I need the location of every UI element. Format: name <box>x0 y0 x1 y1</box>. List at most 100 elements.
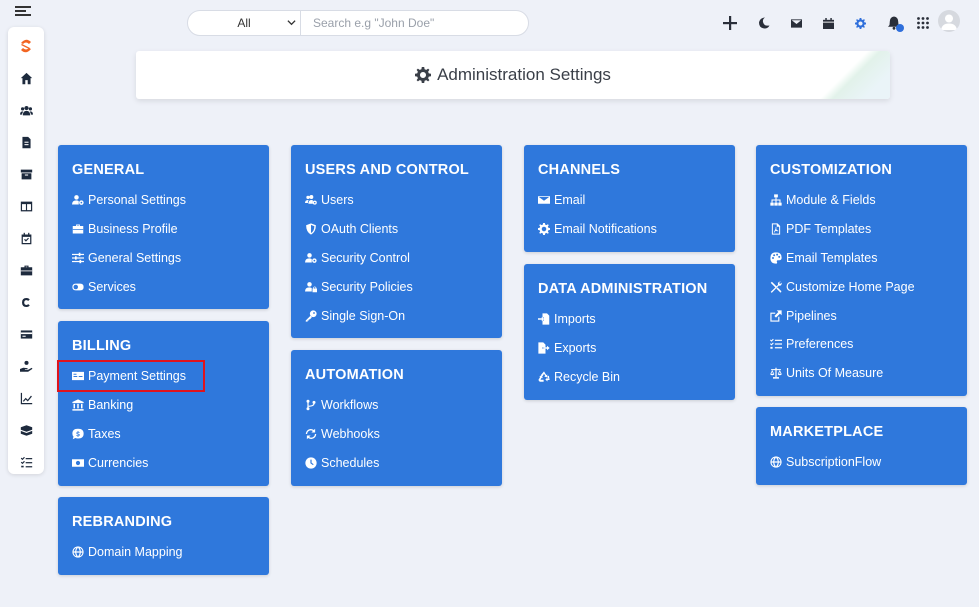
link-label: Security Policies <box>321 279 413 294</box>
page-header: Administration Settings <box>136 51 890 99</box>
sliders-icon <box>72 252 84 264</box>
link-webhooks[interactable]: Webhooks <box>305 420 488 449</box>
link-general-settings[interactable]: General Settings <box>72 244 255 273</box>
link-label: Recycle Bin <box>554 369 620 384</box>
link-taxes[interactable]: Taxes <box>72 420 255 449</box>
link-banking[interactable]: Banking <box>72 391 255 420</box>
globe-icon <box>72 546 84 559</box>
link-label: Single Sign-On <box>321 308 406 323</box>
users-icon[interactable] <box>8 99 44 121</box>
archive-icon[interactable] <box>8 163 44 185</box>
calendar-icon[interactable] <box>818 13 838 33</box>
link-domain-mapping[interactable]: Domain Mapping <box>72 538 255 567</box>
cog-icon <box>538 223 550 236</box>
link-label: General Settings <box>88 250 182 265</box>
link-label: Security Control <box>321 250 410 265</box>
toggle-icon <box>72 283 84 291</box>
link-recycle-bin[interactable]: Recycle Bin <box>538 363 721 392</box>
chart-icon[interactable] <box>8 387 44 409</box>
search-bar: All <box>187 10 529 36</box>
link-security-control[interactable]: Security Control <box>305 244 488 273</box>
balance-scale-icon <box>770 367 782 379</box>
card-title: MARKETPLACE <box>770 424 884 440</box>
c-icon[interactable] <box>8 291 44 313</box>
link-label: Email Templates <box>786 250 878 265</box>
link-module-fields[interactable]: Module & Fields <box>770 186 953 215</box>
link-users[interactable]: Users <box>305 186 488 215</box>
link-payment-settings[interactable]: Payment Settings <box>72 362 255 391</box>
link-services[interactable]: Services <box>72 272 255 301</box>
external-link-icon <box>770 309 782 322</box>
link-label: Domain Mapping <box>88 545 183 560</box>
card-title: DATA ADMINISTRATION <box>538 281 708 297</box>
card-marketplace: MARKETPLACE SubscriptionFlow <box>756 407 967 485</box>
bell-icon[interactable] <box>884 13 904 33</box>
link-email-notifications[interactable]: Email Notifications <box>538 215 721 244</box>
cog-icon <box>415 67 432 83</box>
card-billing: BILLING Payment Settings Banking Taxes C… <box>58 321 269 486</box>
card-title: REBRANDING <box>72 514 173 530</box>
link-label: Exports <box>554 341 597 356</box>
link-email-templates[interactable]: Email Templates <box>770 244 953 273</box>
link-pdf-templates[interactable]: PDF Templates <box>770 215 953 244</box>
user-lock-icon <box>305 281 317 293</box>
link-customize-home-page[interactable]: Customize Home Page <box>770 272 953 301</box>
link-label: Customize Home Page <box>786 279 915 294</box>
link-email[interactable]: Email <box>538 186 721 215</box>
user-cog-icon <box>72 195 84 206</box>
menu-toggle-button[interactable] <box>15 4 31 18</box>
search-input[interactable] <box>301 16 528 30</box>
home-icon[interactable] <box>8 67 44 89</box>
link-preferences[interactable]: Preferences <box>770 330 953 359</box>
briefcase-icon[interactable] <box>8 259 44 281</box>
header-decoration <box>810 51 890 99</box>
link-single-sign-on[interactable]: Single Sign-On <box>305 301 488 330</box>
link-label: Workflows <box>321 398 379 413</box>
link-oauth-clients[interactable]: OAuth Clients <box>305 215 488 244</box>
avatar[interactable] <box>938 10 960 32</box>
link-pipelines[interactable]: Pipelines <box>770 301 953 330</box>
mail-icon[interactable] <box>786 13 806 33</box>
moon-icon[interactable] <box>754 13 774 33</box>
link-subscriptionflow[interactable]: SubscriptionFlow <box>770 448 953 477</box>
logo-icon[interactable] <box>8 35 44 57</box>
link-workflows[interactable]: Workflows <box>305 391 488 420</box>
boxes-icon[interactable] <box>8 419 44 441</box>
link-label: PDF Templates <box>786 222 872 237</box>
user-cog-icon <box>305 253 317 263</box>
file-pdf-icon <box>771 223 781 235</box>
briefcase-icon <box>72 224 84 234</box>
credit-card-icon[interactable] <box>8 323 44 345</box>
calendar-check-icon[interactable] <box>8 227 44 249</box>
shield-icon <box>306 223 316 235</box>
card-title: CUSTOMIZATION <box>770 162 893 178</box>
recycle-icon <box>538 371 550 382</box>
link-schedules[interactable]: Schedules <box>305 449 488 478</box>
link-personal-settings[interactable]: Personal Settings <box>72 186 255 215</box>
key-icon <box>305 309 317 322</box>
link-exports[interactable]: Exports <box>538 334 721 363</box>
sitemap-icon <box>770 194 782 207</box>
card-title: GENERAL <box>72 162 145 178</box>
link-label: Email Notifications <box>554 222 657 237</box>
file-icon[interactable] <box>8 131 44 153</box>
columns-icon[interactable] <box>8 195 44 217</box>
link-label: Business Profile <box>88 222 178 237</box>
card-title: USERS AND CONTROL <box>305 162 469 178</box>
credit-card-icon <box>72 372 84 381</box>
card-title: BILLING <box>72 338 132 354</box>
link-business-profile[interactable]: Business Profile <box>72 215 255 244</box>
link-imports[interactable]: Imports <box>538 305 721 334</box>
tasks-icon[interactable] <box>8 451 44 473</box>
link-label: Currencies <box>88 455 149 470</box>
link-label: Users <box>321 193 354 208</box>
hand-holding-icon[interactable] <box>8 355 44 377</box>
link-security-policies[interactable]: Security Policies <box>305 272 488 301</box>
link-units-of-measure[interactable]: Units Of Measure <box>770 359 953 388</box>
gear-icon[interactable] <box>850 13 870 33</box>
plus-icon[interactable] <box>720 13 740 33</box>
file-import-icon <box>538 313 550 326</box>
search-scope-select[interactable]: All <box>188 11 301 35</box>
grid-icon[interactable] <box>913 13 933 33</box>
link-currencies[interactable]: Currencies <box>72 448 255 477</box>
